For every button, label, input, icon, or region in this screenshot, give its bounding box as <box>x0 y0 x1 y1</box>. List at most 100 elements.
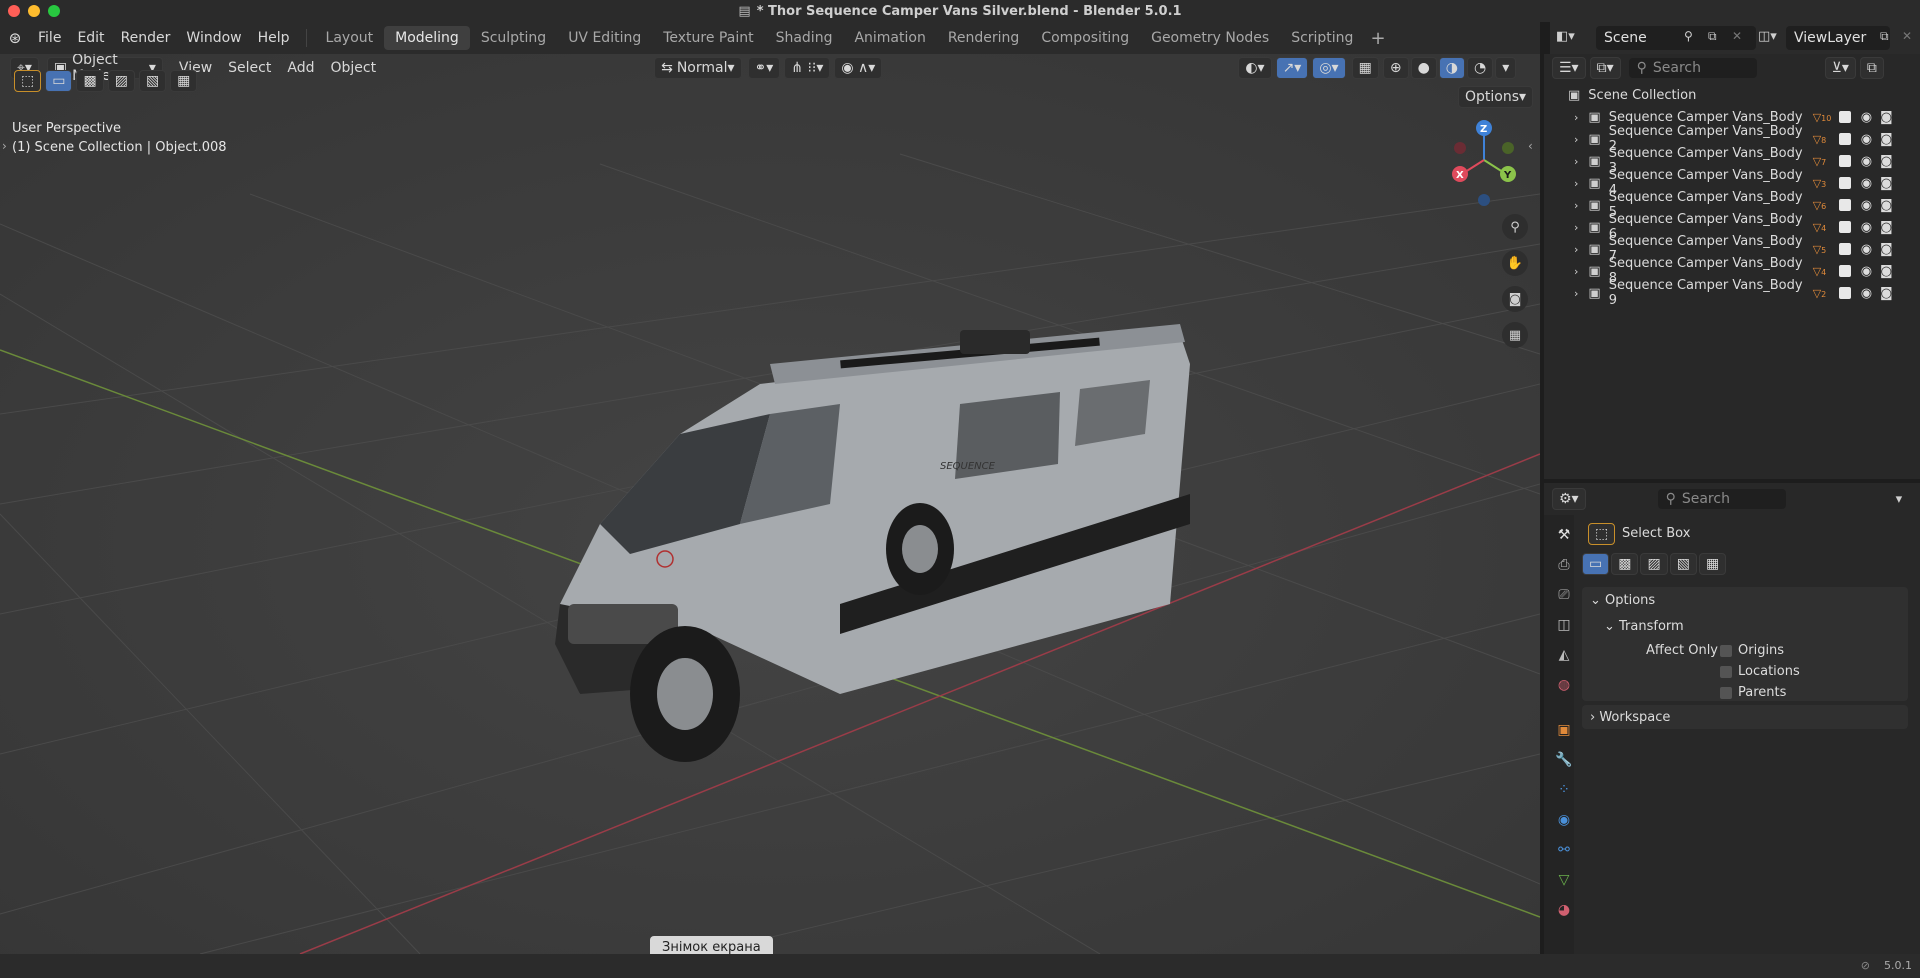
expand-chevron-icon[interactable]: › <box>1574 111 1578 124</box>
pin-icon[interactable]: ⚲ <box>1684 29 1693 43</box>
outliner-search-input[interactable]: ⚲ Search <box>1628 58 1757 78</box>
expand-chevron-icon[interactable]: › <box>1574 133 1578 146</box>
expand-chevron-icon[interactable]: › <box>1574 199 1578 212</box>
shading-rendered-icon[interactable]: ◔ <box>1467 57 1494 79</box>
pan-hand-icon[interactable]: ✋ <box>1502 250 1528 276</box>
tab-uv-editing[interactable]: UV Editing <box>557 26 652 50</box>
visibility-icon[interactable]: ◐▾ <box>1238 57 1272 79</box>
eye-icon[interactable]: ◉ <box>1861 132 1872 147</box>
shading-options-icon[interactable]: ▾ <box>1495 57 1517 79</box>
world-tab-icon[interactable]: ◍ <box>1554 675 1574 695</box>
view-layer-tab-icon[interactable]: ◫ <box>1554 615 1574 635</box>
sidebar-toggle-icon[interactable]: ‹ <box>1528 139 1533 153</box>
select-mode-intersect-icon[interactable]: ▦ <box>170 70 198 92</box>
display-mode-icon[interactable]: ⧉▾ <box>1589 57 1621 79</box>
output-tab-icon[interactable]: ⎚ <box>1554 585 1574 605</box>
exclude-checkbox[interactable] <box>1838 287 1851 299</box>
shading-wireframe-icon[interactable]: ⊕ <box>1382 57 1409 79</box>
minimize-window-icon[interactable] <box>28 5 40 17</box>
eye-icon[interactable]: ◉ <box>1861 242 1872 257</box>
render-tab-icon[interactable]: ⎙ <box>1554 555 1574 575</box>
expand-chevron-icon[interactable]: › <box>1574 177 1578 190</box>
viewport-menu-object[interactable]: Object <box>322 56 384 80</box>
tab-texture-paint[interactable]: Texture Paint <box>652 26 764 50</box>
camera-render-icon[interactable]: ◙ <box>1880 110 1893 125</box>
exclude-checkbox[interactable] <box>1838 155 1851 167</box>
object-tab-icon[interactable]: ▣ <box>1554 720 1574 740</box>
select-tool-icon[interactable]: ⬚ <box>14 70 42 92</box>
tool-tab-icon[interactable]: ⚒ <box>1554 525 1574 545</box>
eye-icon[interactable]: ◉ <box>1861 286 1872 301</box>
menu-render[interactable]: Render <box>113 26 179 50</box>
filter-icon[interactable]: ⊻▾ <box>1824 57 1856 79</box>
camera-view-icon[interactable]: ◙ <box>1502 286 1528 312</box>
zoom-window-icon[interactable] <box>48 5 60 17</box>
scene-icon[interactable]: ◧▾ <box>1556 29 1575 44</box>
new-view-layer-icon[interactable]: ⧉ <box>1880 29 1889 44</box>
workspace-panel[interactable]: › Workspace <box>1582 705 1908 729</box>
view-layer-icon[interactable]: ◫▾ <box>1758 29 1777 44</box>
exclude-checkbox[interactable] <box>1838 199 1851 211</box>
select-mode-new-icon[interactable]: ▭ <box>45 70 73 92</box>
tab-layout[interactable]: Layout <box>315 26 385 50</box>
tab-rendering[interactable]: Rendering <box>937 26 1031 50</box>
camera-render-icon[interactable]: ◙ <box>1880 154 1893 169</box>
particles-tab-icon[interactable]: ⁘ <box>1554 780 1574 800</box>
exclude-checkbox[interactable] <box>1838 133 1851 145</box>
exclude-checkbox[interactable] <box>1838 221 1851 233</box>
options-dropdown[interactable]: Options ▾ <box>1458 86 1534 108</box>
modifier-tab-icon[interactable]: 🔧 <box>1554 750 1574 770</box>
expand-chevron-icon[interactable]: › <box>1574 287 1578 300</box>
chevron-down-icon[interactable]: ▾ <box>1896 492 1903 507</box>
new-scene-icon[interactable]: ⧉ <box>1708 29 1717 44</box>
new-collection-icon[interactable]: ⧉ <box>1859 57 1884 79</box>
mode-intersect-icon[interactable]: ▦ <box>1698 553 1727 575</box>
close-window-icon[interactable] <box>8 5 20 17</box>
options-panel-header[interactable]: ⌄ Options <box>1590 593 1655 608</box>
mode-subtract-icon[interactable]: ▨ <box>1640 553 1668 575</box>
data-tab-icon[interactable]: ▽ <box>1554 870 1574 890</box>
expand-chevron-icon[interactable]: › <box>1574 243 1578 256</box>
view-layer-selector[interactable]: ViewLayer <box>1786 26 1890 50</box>
camera-render-icon[interactable]: ◙ <box>1880 176 1893 191</box>
camera-render-icon[interactable]: ◙ <box>1880 242 1893 257</box>
properties-search-input[interactable]: ⚲ Search <box>1657 489 1786 509</box>
scene-tab-icon[interactable]: ◭ <box>1554 645 1574 665</box>
select-mode-invert-icon[interactable]: ▧ <box>138 70 167 92</box>
origins-checkbox[interactable]: Origins <box>1720 643 1800 658</box>
outliner-editor-type-icon[interactable]: ☰▾ <box>1552 57 1586 79</box>
overlays-icon[interactable]: ◎▾ <box>1312 57 1346 79</box>
constraints-tab-icon[interactable]: ⚯ <box>1554 840 1574 860</box>
expand-chevron-icon[interactable]: › <box>1574 155 1578 168</box>
menu-edit[interactable]: Edit <box>69 26 112 50</box>
blender-logo-icon[interactable]: ⊛ <box>0 29 30 47</box>
properties-editor-type-icon[interactable]: ⚙▾ <box>1552 488 1586 510</box>
scene-collection-row[interactable]: ▣ Scene Collection <box>1544 84 1920 106</box>
active-tool-icon[interactable]: ⬚ <box>1588 523 1616 545</box>
eye-icon[interactable]: ◉ <box>1861 220 1872 235</box>
delete-view-layer-icon[interactable]: ✕ <box>1902 29 1912 43</box>
snap-icon[interactable]: ⋔ ⁝⁝▾ <box>784 57 831 79</box>
expand-chevron-icon[interactable]: › <box>1574 265 1578 278</box>
outliner-row[interactable]: › ▣ Sequence Camper Vans_Body 9 ▽2 ◉ ◙ <box>1544 278 1920 308</box>
delete-scene-icon[interactable]: ✕ <box>1732 29 1742 43</box>
eye-icon[interactable]: ◉ <box>1861 264 1872 279</box>
parents-checkbox[interactable]: Parents <box>1720 685 1800 700</box>
gizmo-toggle-icon[interactable]: ↗▾ <box>1275 57 1309 79</box>
tab-modeling[interactable]: Modeling <box>384 26 470 50</box>
select-mode-subtract-icon[interactable]: ▨ <box>107 70 135 92</box>
material-tab-icon[interactable]: ◕ <box>1554 900 1574 920</box>
tab-sculpting[interactable]: Sculpting <box>470 26 557 50</box>
xray-icon[interactable]: ▦ <box>1351 57 1379 79</box>
exclude-checkbox[interactable] <box>1838 177 1851 189</box>
camera-render-icon[interactable]: ◙ <box>1880 264 1893 279</box>
viewport-menu-select[interactable]: Select <box>220 56 279 80</box>
proportional-editing-icon[interactable]: ◉ ∧▾ <box>834 57 883 79</box>
tab-compositing[interactable]: Compositing <box>1030 26 1140 50</box>
eye-icon[interactable]: ◉ <box>1861 110 1872 125</box>
exclude-checkbox[interactable] <box>1838 111 1851 123</box>
viewport-menu-add[interactable]: Add <box>279 56 322 80</box>
physics-tab-icon[interactable]: ◉ <box>1554 810 1574 830</box>
mode-new-icon[interactable]: ▭ <box>1582 553 1610 575</box>
zoom-icon[interactable]: ⚲ <box>1502 214 1528 240</box>
